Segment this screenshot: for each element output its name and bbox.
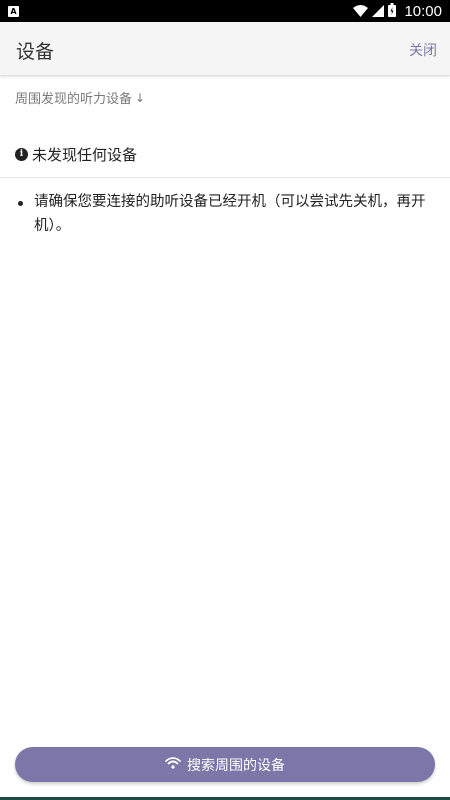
app-bar: 设备 关闭 (0, 22, 450, 76)
empty-state: i 未发现任何设备 (15, 144, 137, 165)
tip-item: 请确保您要连接的助听设备已经开机（可以尝试先关机，再开机）。 (15, 190, 435, 238)
divider (0, 177, 450, 178)
status-bar: A 10:00 (0, 0, 450, 22)
close-button[interactable]: 关闭 (409, 40, 437, 60)
tips-list: 请确保您要连接的助听设备已经开机（可以尝试先关机，再开机）。 (15, 190, 435, 238)
search-devices-button[interactable]: 搜索周围的设备 (15, 747, 435, 782)
info-icon: i (15, 148, 28, 161)
signal-icon (372, 2, 385, 21)
page-title: 设备 (16, 41, 55, 63)
status-left: A (8, 5, 19, 17)
status-time: 10:00 (404, 2, 442, 20)
notification-badge-icon: A (8, 5, 19, 17)
wifi-icon (353, 2, 369, 21)
nearby-devices-header: 周围发现的听力设备 ↓ (15, 88, 146, 108)
nearby-devices-label: 周围发现的听力设备 (15, 92, 133, 107)
arrow-down-icon: ↓ (135, 90, 146, 105)
empty-state-message: 未发现任何设备 (32, 146, 138, 164)
search-devices-label: 搜索周围的设备 (187, 757, 285, 774)
status-right: 10:00 (353, 2, 442, 21)
wifi-icon (165, 756, 181, 773)
battery-icon (388, 2, 397, 21)
